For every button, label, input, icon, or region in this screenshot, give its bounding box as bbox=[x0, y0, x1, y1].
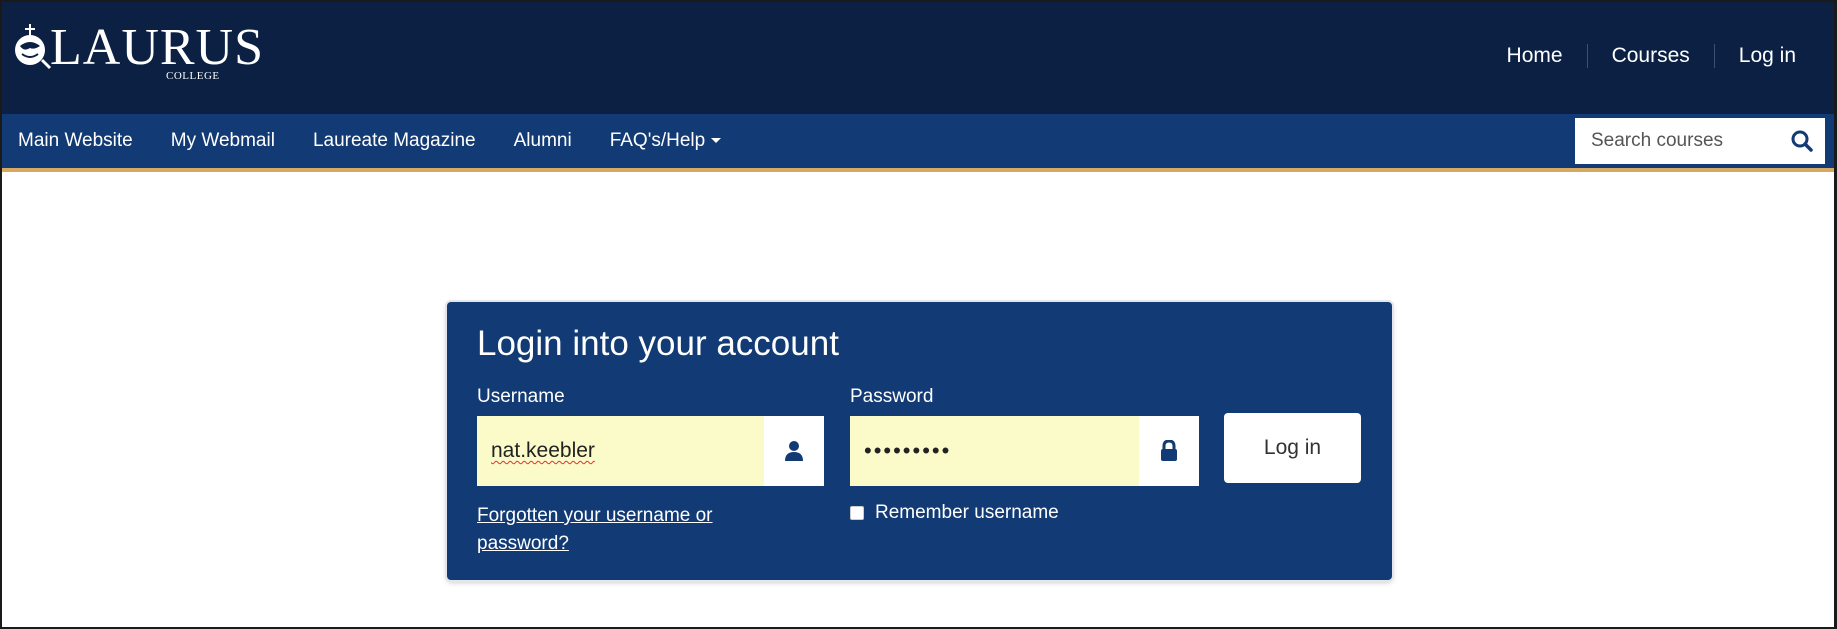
login-submit-button[interactable]: Log in bbox=[1224, 413, 1361, 483]
subnav-main-website[interactable]: Main Website bbox=[18, 130, 133, 152]
top-nav: Home Courses Log in bbox=[1507, 44, 1796, 68]
secondary-nav: Main Website My Webmail Laureate Magazin… bbox=[18, 114, 759, 168]
college-emblem-icon bbox=[15, 24, 52, 70]
logo-text: LAURUS bbox=[50, 19, 265, 76]
search-courses-input[interactable] bbox=[1575, 130, 1775, 152]
password-input[interactable]: ••••••••• bbox=[850, 416, 1139, 486]
login-title: Login into your account bbox=[477, 324, 839, 363]
page-frame: LAURUS COLLEGE Home Courses Log in Main … bbox=[0, 0, 1837, 629]
password-label: Password bbox=[850, 386, 934, 407]
logo-subtext: COLLEGE bbox=[166, 70, 220, 82]
caret-down-icon bbox=[711, 138, 722, 144]
remember-username-label: Remember username bbox=[875, 502, 1059, 523]
password-field-group: ••••••••• bbox=[850, 416, 1199, 486]
lock-icon bbox=[1139, 416, 1199, 486]
nav-divider bbox=[1713, 44, 1715, 68]
username-value: nat.keebler bbox=[491, 439, 595, 462]
username-label: Username bbox=[477, 386, 565, 407]
subnav-laureate-magazine[interactable]: Laureate Magazine bbox=[313, 130, 476, 152]
site-logo[interactable]: LAURUS COLLEGE bbox=[10, 19, 265, 82]
forgot-credentials-link[interactable]: Forgotten your username or password? bbox=[477, 502, 777, 558]
search-icon[interactable] bbox=[1789, 128, 1815, 154]
login-card: Login into your account Username nat.kee… bbox=[447, 302, 1392, 580]
username-input[interactable]: nat.keebler bbox=[477, 416, 764, 486]
subnav-my-webmail[interactable]: My Webmail bbox=[171, 130, 275, 152]
remember-username-option[interactable]: Remember username bbox=[850, 502, 1059, 524]
remember-username-checkbox[interactable] bbox=[850, 506, 864, 520]
course-search-box bbox=[1575, 118, 1825, 164]
subnav-faq-help-dropdown[interactable]: FAQ's/Help bbox=[610, 130, 722, 152]
subnav-alumni[interactable]: Alumni bbox=[514, 130, 572, 152]
site-header: LAURUS COLLEGE Home Courses Log in bbox=[2, 2, 1834, 114]
nav-divider bbox=[1586, 44, 1588, 68]
secondary-nav-bar: Main Website My Webmail Laureate Magazin… bbox=[2, 114, 1834, 172]
user-icon bbox=[764, 416, 824, 486]
nav-home-link[interactable]: Home bbox=[1507, 44, 1563, 68]
username-field-group: nat.keebler bbox=[477, 416, 824, 486]
nav-login-link[interactable]: Log in bbox=[1739, 44, 1796, 68]
nav-courses-link[interactable]: Courses bbox=[1612, 44, 1690, 68]
subnav-faq-help-label: FAQ's/Help bbox=[609, 130, 706, 151]
password-value: ••••••••• bbox=[864, 438, 952, 463]
